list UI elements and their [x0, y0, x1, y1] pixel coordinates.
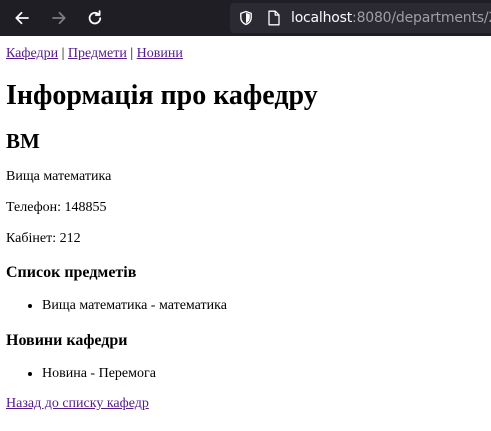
reload-icon [88, 10, 102, 25]
department-room: Кабінет: 212 [6, 231, 81, 246]
address-bar[interactable]: localhost:8080/departments/2 [230, 3, 491, 33]
subject-item: Вища математика - математика [42, 297, 483, 315]
page-title: Інформація про кафедру [6, 80, 318, 111]
nav-link-news[interactable]: Новини [137, 46, 183, 61]
nav-link-subjects[interactable]: Предмети [68, 46, 127, 61]
department-name: Вища математика [6, 169, 112, 184]
subjects-heading: Список предметів [6, 264, 137, 281]
department-code: ВМ [6, 129, 40, 153]
back-button[interactable] [9, 5, 35, 31]
shield-icon[interactable] [238, 10, 254, 26]
page-content: Кафедри | Предмети | Новини Інформація п… [0, 45, 491, 413]
page-icon[interactable] [266, 10, 282, 26]
arrow-right-icon [52, 11, 66, 25]
department-phone: Телефон: 148855 [6, 200, 107, 215]
browser-toolbar: localhost:8080/departments/2 [0, 0, 491, 36]
arrow-left-icon [15, 11, 29, 25]
subjects-list: Вища математика - математика [6, 297, 483, 315]
top-navigation: Кафедри | Предмети | Новини [6, 45, 483, 63]
url-host: localhost [291, 10, 353, 26]
news-heading: Новини кафедри [6, 332, 128, 349]
news-list: Новина - Перемога [6, 365, 483, 383]
back-to-departments-link[interactable]: Назад до списку кафедр [6, 396, 149, 411]
back-link-container: Назад до списку кафедр [6, 395, 483, 413]
news-item: Новина - Перемога [42, 365, 483, 383]
url-path: :8080/departments/2 [352, 10, 491, 26]
url-text[interactable]: localhost:8080/departments/2 [291, 10, 491, 26]
reload-button[interactable] [82, 5, 108, 31]
forward-button[interactable] [46, 5, 72, 31]
nav-link-departments[interactable]: Кафедри [6, 46, 58, 61]
nav-separator: | [130, 46, 134, 61]
nav-separator: | [61, 46, 65, 61]
